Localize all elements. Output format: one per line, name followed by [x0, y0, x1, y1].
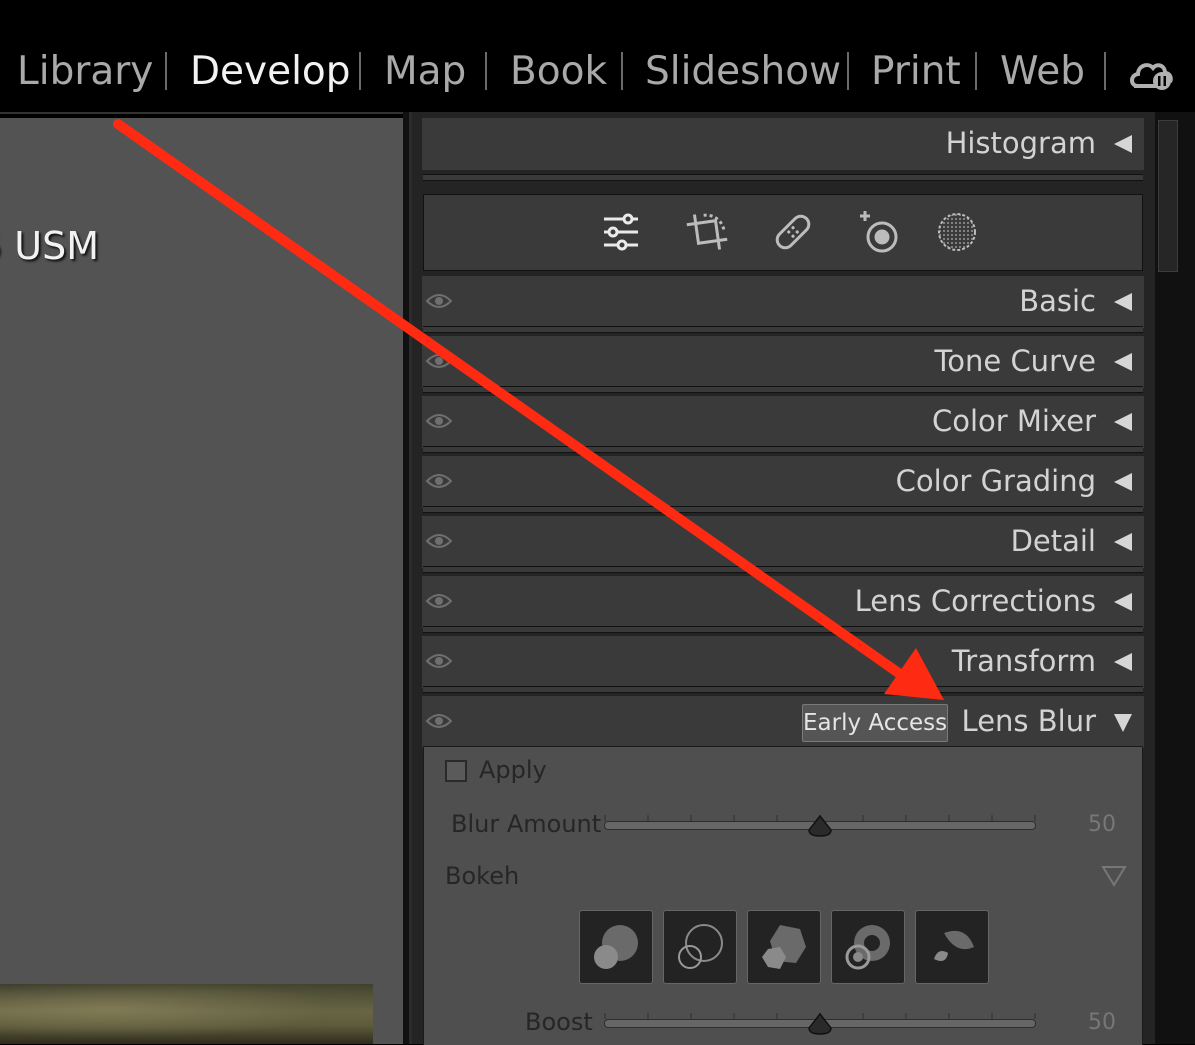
panel-title: Tone Curve: [934, 344, 1096, 378]
panel-color-mixer[interactable]: Color Mixer: [422, 396, 1144, 448]
tool-strip: [423, 194, 1143, 271]
panel-title: Lens Blur: [961, 704, 1096, 738]
module-separator: [165, 52, 167, 90]
panel-color-grading[interactable]: Color Grading: [422, 456, 1144, 508]
boost-label: Boost: [525, 1008, 593, 1036]
panel-title: Lens Corrections: [854, 584, 1096, 618]
eye-icon[interactable]: [426, 651, 452, 671]
bokeh-bubble-button[interactable]: [663, 910, 737, 984]
bokeh-blade-button[interactable]: [747, 910, 821, 984]
panel-title: Basic: [1019, 284, 1096, 318]
lens-blur-body: [423, 746, 1143, 1045]
eye-icon[interactable]: [426, 531, 452, 551]
module-slideshow[interactable]: Slideshow: [645, 44, 841, 100]
ring-bokeh-icon: [845, 925, 890, 970]
boost-value[interactable]: 50: [1088, 1010, 1116, 1035]
blur-amount-label: Blur Amount: [451, 810, 602, 838]
module-develop[interactable]: Develop: [190, 44, 351, 100]
panel-separator: [423, 326, 1143, 333]
boost-slider-thumb[interactable]: [807, 1012, 833, 1036]
panel-tone-curve[interactable]: Tone Curve: [422, 336, 1144, 388]
panel-scroll-thumb[interactable]: [1158, 120, 1178, 272]
panel-separator: [423, 446, 1143, 453]
apply-label: Apply: [479, 756, 547, 784]
collapse-left-icon[interactable]: [1112, 650, 1134, 674]
module-separator: [485, 52, 487, 90]
expand-down-icon[interactable]: [1112, 710, 1134, 734]
cloud-sync-icon[interactable]: [1128, 56, 1174, 92]
bubble-bokeh-icon: [678, 924, 723, 969]
healing-icon[interactable]: [770, 209, 816, 255]
panel-title: Histogram: [945, 126, 1096, 160]
blur-amount-value[interactable]: 50: [1088, 812, 1116, 837]
module-book[interactable]: Book: [510, 44, 607, 100]
apply-checkbox[interactable]: [445, 760, 467, 782]
bokeh-cat-eye-button[interactable]: [915, 910, 989, 984]
circle-bokeh-icon: [594, 925, 638, 969]
bokeh-circle-button[interactable]: [579, 910, 653, 984]
panel-basic[interactable]: Basic: [422, 276, 1144, 328]
module-map[interactable]: Map: [384, 44, 466, 100]
crop-icon[interactable]: [684, 209, 730, 255]
module-separator: [847, 52, 849, 90]
eye-icon[interactable]: [426, 711, 452, 731]
edit-sliders-icon[interactable]: [598, 209, 644, 255]
module-separator: [975, 52, 977, 90]
panel-title: Transform: [951, 644, 1096, 678]
module-print[interactable]: Print: [871, 44, 961, 100]
panel-histogram[interactable]: Histogram: [422, 118, 1144, 170]
collapse-left-icon[interactable]: [1112, 410, 1134, 434]
masking-icon[interactable]: [934, 209, 980, 255]
panel-separator: [423, 626, 1143, 633]
panel-title: Detail: [1010, 524, 1096, 558]
module-separator: [359, 52, 361, 90]
blur-amount-slider-thumb[interactable]: [807, 814, 833, 838]
photo-preview: [0, 984, 373, 1044]
panel-lens-blur[interactable]: Lens Blur: [422, 696, 1144, 748]
collapse-left-icon[interactable]: [1112, 470, 1134, 494]
collapse-left-icon[interactable]: [1112, 350, 1134, 374]
eye-icon[interactable]: [426, 291, 452, 311]
panel-transform[interactable]: Transform: [422, 636, 1144, 688]
eye-icon[interactable]: [426, 591, 452, 611]
panel-title: Color Grading: [895, 464, 1096, 498]
image-preview[interactable]: 5 USM: [0, 118, 403, 1044]
module-separator: [621, 52, 623, 90]
panel-separator: [423, 506, 1143, 513]
module-separator: [1104, 52, 1106, 90]
eye-icon[interactable]: [426, 471, 452, 491]
panel-detail[interactable]: Detail: [422, 516, 1144, 568]
panel-separator: [423, 386, 1143, 393]
bokeh-label: Bokeh: [445, 862, 520, 890]
panel-separator: [423, 686, 1143, 693]
eye-icon[interactable]: [426, 411, 452, 431]
early-access-badge: Early Access: [802, 704, 948, 742]
bokeh-disclosure-icon[interactable]: [1100, 864, 1128, 888]
image-info-overlay: 5 USM: [0, 224, 99, 268]
collapse-left-icon[interactable]: [1112, 530, 1134, 554]
panel-separator: [423, 566, 1143, 573]
red-eye-icon[interactable]: [856, 209, 902, 255]
module-library[interactable]: Library: [17, 44, 153, 100]
module-web[interactable]: Web: [1000, 44, 1085, 100]
collapse-left-icon[interactable]: [1112, 132, 1134, 156]
blade-bokeh-icon: [762, 925, 806, 969]
panel-lens-corrections[interactable]: Lens Corrections: [422, 576, 1144, 628]
collapse-left-icon[interactable]: [1112, 590, 1134, 614]
module-picker: Library Develop Map Book Slideshow Print…: [0, 0, 1195, 114]
panel-separator: [423, 174, 1143, 181]
panel-title: Color Mixer: [931, 404, 1096, 438]
cat-eye-bokeh-icon: [934, 930, 974, 961]
collapse-left-icon[interactable]: [1112, 290, 1134, 314]
eye-icon[interactable]: [426, 351, 452, 371]
bokeh-ring-button[interactable]: [831, 910, 905, 984]
